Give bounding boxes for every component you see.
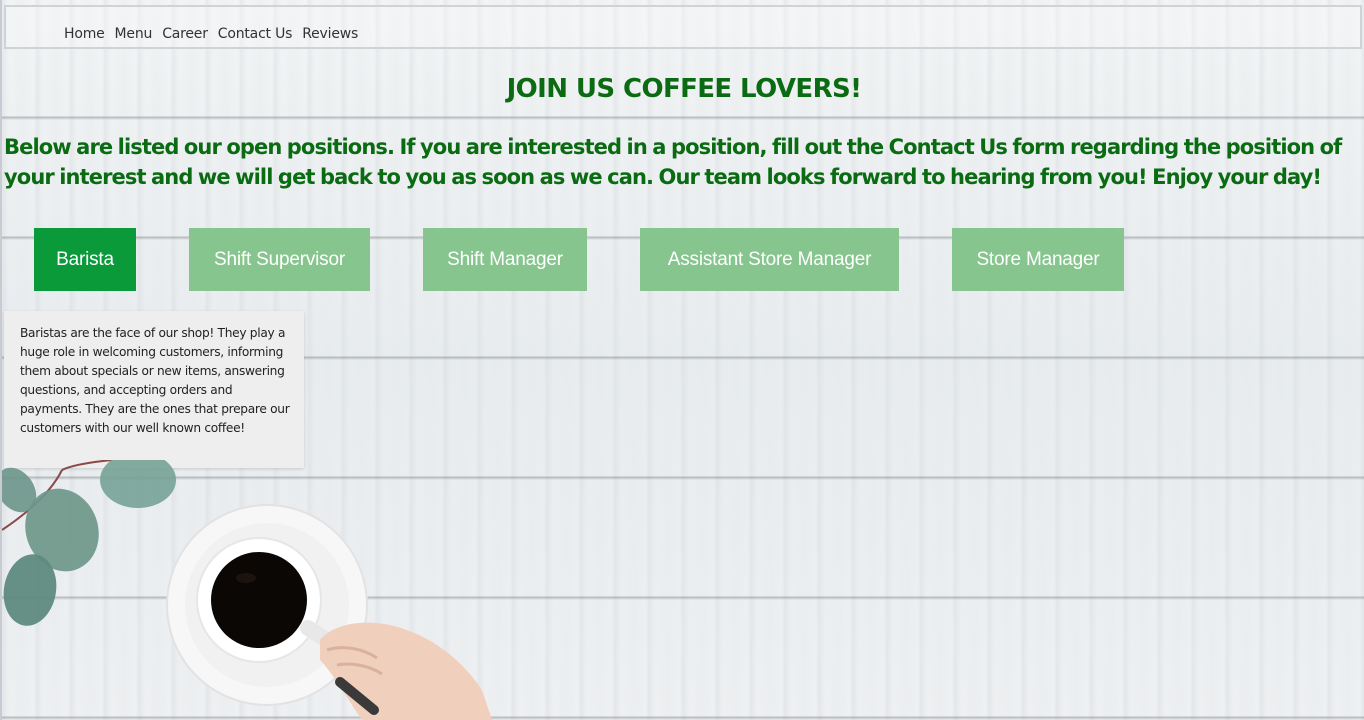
nav-career-link[interactable]: Career	[162, 12, 208, 42]
coffee-highlight	[236, 573, 256, 583]
leaf-3	[100, 460, 176, 508]
top-nav: Home Menu Career Contact Us Reviews	[4, 5, 1362, 49]
nav-home-link[interactable]: Home	[64, 12, 105, 42]
page-title: JOIN US COFFEE LOVERS!	[506, 74, 862, 104]
position-description-panel: Baristas are the face of our shop! They …	[4, 311, 304, 468]
coffee	[211, 552, 307, 648]
tab-assistant-store-manager[interactable]: Assistant Store Manager	[640, 228, 899, 291]
tab-shift-manager[interactable]: Shift Manager	[423, 228, 587, 291]
nav-contact-us-link[interactable]: Contact Us	[218, 12, 293, 42]
intro-text: Below are listed our open positions. If …	[4, 135, 1342, 189]
position-description-text: Baristas are the face of our shop! They …	[20, 326, 290, 435]
nav-menu-link[interactable]: Menu	[115, 12, 153, 42]
tab-shift-supervisor[interactable]: Shift Supervisor	[189, 228, 370, 291]
tab-barista[interactable]: Barista	[34, 228, 136, 291]
tab-store-manager[interactable]: Store Manager	[952, 228, 1124, 291]
nav-reviews-link[interactable]: Reviews	[302, 12, 358, 42]
coffee-cup-on-wood-image	[2, 460, 492, 720]
hand	[320, 622, 492, 720]
